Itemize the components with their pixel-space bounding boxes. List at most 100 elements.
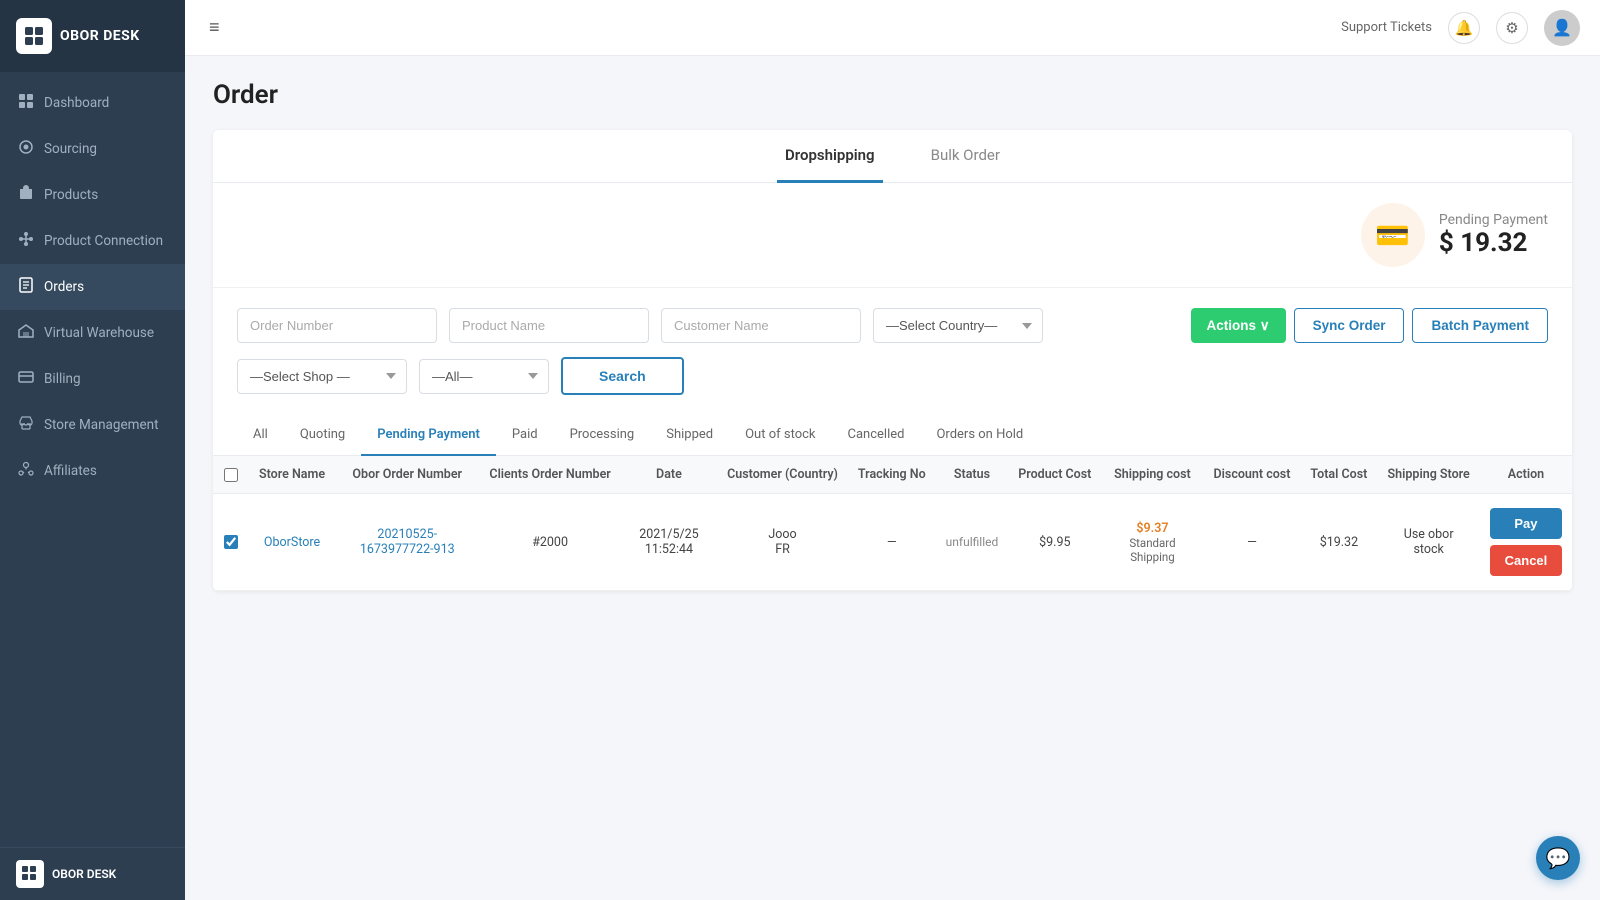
settings-button[interactable]: ⚙ xyxy=(1496,12,1528,44)
sidebar-footer: OBOR DESK xyxy=(0,847,185,900)
table-row: OborStore 20210525-1673977722-913 #2000 … xyxy=(213,494,1572,591)
order-tab-orders-on-hold[interactable]: Orders on Hold xyxy=(920,415,1039,456)
select-all-checkbox[interactable] xyxy=(224,468,238,482)
sidebar-item-billing[interactable]: Billing xyxy=(0,356,185,402)
col-customer-country: Customer (Country) xyxy=(717,456,848,494)
store-name-link[interactable]: OborStore xyxy=(264,535,320,550)
notification-button[interactable]: 🔔 xyxy=(1448,12,1480,44)
dashboard-icon xyxy=(18,93,34,113)
order-tab-pending-payment[interactable]: Pending Payment xyxy=(361,415,496,456)
row-store-name: OborStore xyxy=(249,494,335,591)
country-select[interactable]: —Select Country— US FR UK DE xyxy=(873,308,1043,343)
pending-payment-icon: 💳 xyxy=(1361,203,1425,267)
row-checkbox[interactable] xyxy=(224,535,238,549)
row-total-cost: $19.32 xyxy=(1300,494,1377,591)
pending-payment-info: Pending Payment $ 19.32 xyxy=(1439,212,1548,258)
sidebar-item-dashboard[interactable]: Dashboard xyxy=(0,80,185,126)
sidebar-item-products[interactable]: Products xyxy=(0,172,185,218)
order-tab-out-of-stock[interactable]: Out of stock xyxy=(729,415,831,456)
order-number-input[interactable] xyxy=(237,308,437,343)
all-select[interactable]: —All— Fulfilled Unfulfilled xyxy=(419,359,549,394)
sidebar-logo[interactable]: OBOR DESK xyxy=(0,0,185,72)
pending-payment-label: Pending Payment xyxy=(1439,212,1548,228)
product-name-input[interactable] xyxy=(449,308,649,343)
order-card: Dropshipping Bulk Order 💳 Pending Paymen… xyxy=(213,130,1572,591)
chat-bubble-button[interactable]: 💬 xyxy=(1536,836,1580,880)
row-shipping-store: Use obor stock xyxy=(1377,494,1480,591)
row-customer: Jooo xyxy=(727,527,838,542)
obor-order-number-link[interactable]: 20210525-1673977722-913 xyxy=(360,527,455,557)
page-title: Order xyxy=(213,80,1572,110)
content-area: Order Dropshipping Bulk Order 💳 Pending … xyxy=(185,56,1600,900)
row-product-cost: $9.95 xyxy=(1008,494,1101,591)
customer-name-input[interactable] xyxy=(661,308,861,343)
col-shipping-store: Shipping Store xyxy=(1377,456,1480,494)
col-date: Date xyxy=(621,456,717,494)
pending-payment-amount: $ 19.32 xyxy=(1439,228,1548,258)
sidebar-item-virtual-warehouse[interactable]: Virtual Warehouse xyxy=(0,310,185,356)
shipping-cost-value: $9.37 xyxy=(1111,521,1193,536)
footer-logo-icon xyxy=(16,860,44,888)
gear-icon: ⚙ xyxy=(1505,19,1518,37)
support-tickets-link[interactable]: Support Tickets xyxy=(1341,20,1432,35)
order-tab-all[interactable]: All xyxy=(237,415,284,456)
row-customer-country: Jooo FR xyxy=(717,494,848,591)
user-avatar[interactable]: 👤 xyxy=(1544,10,1580,46)
row-country: FR xyxy=(727,542,838,557)
row-discount-cost: — xyxy=(1204,494,1301,591)
sync-order-button[interactable]: Sync Order xyxy=(1294,308,1405,343)
col-shipping-cost: Shipping cost xyxy=(1101,456,1203,494)
order-tab-processing[interactable]: Processing xyxy=(554,415,651,456)
pending-payment-box: 💳 Pending Payment $ 19.32 xyxy=(1361,203,1548,267)
col-action: Action xyxy=(1480,456,1572,494)
order-tab-quoting[interactable]: Quoting xyxy=(284,415,361,456)
search-button[interactable]: Search xyxy=(561,357,684,395)
col-tracking-no: Tracking No xyxy=(848,456,936,494)
row-tracking-no: — xyxy=(848,494,936,591)
sidebar-item-affiliates[interactable]: Affiliates xyxy=(0,448,185,494)
status-badge: unfulfilled xyxy=(946,535,999,549)
order-status-tabs: All Quoting Pending Payment Paid Process… xyxy=(213,415,1572,456)
filters-area: —Select Country— US FR UK DE Actions ∨ S… xyxy=(213,287,1572,415)
col-obor-order-number: Obor Order Number xyxy=(335,456,479,494)
row-clients-order-number: #2000 xyxy=(479,494,620,591)
cancel-button[interactable]: Cancel xyxy=(1490,545,1562,576)
sidebar-item-label: Orders xyxy=(44,279,84,295)
col-clients-order-number: Clients Order Number xyxy=(479,456,620,494)
row-shipping-cost: $9.37 Standard Shipping xyxy=(1101,494,1203,591)
order-tab-cancelled[interactable]: Cancelled xyxy=(832,415,921,456)
orders-icon xyxy=(18,277,34,297)
sidebar-item-label: Billing xyxy=(44,371,81,387)
row-obor-order-number: 20210525-1673977722-913 xyxy=(335,494,479,591)
sidebar-nav: Dashboard Sourcing Products Product Conn… xyxy=(0,72,185,847)
bell-icon: 🔔 xyxy=(1455,19,1474,37)
sidebar-item-orders[interactable]: Orders xyxy=(0,264,185,310)
row-status: unfulfilled xyxy=(936,494,1009,591)
order-tab-shipped[interactable]: Shipped xyxy=(650,415,729,456)
sidebar-item-store-management[interactable]: Store Management xyxy=(0,402,185,448)
batch-payment-button[interactable]: Batch Payment xyxy=(1412,308,1548,343)
logo-text: OBOR DESK xyxy=(60,28,140,44)
shop-select[interactable]: —Select Shop — OborStore xyxy=(237,359,407,394)
footer-logo-text: OBOR DESK xyxy=(52,867,116,881)
sidebar-item-sourcing[interactable]: Sourcing xyxy=(0,126,185,172)
logo-icon xyxy=(16,18,52,54)
row-date: 2021/5/25 11:52:44 xyxy=(621,494,717,591)
hamburger-button[interactable]: ≡ xyxy=(205,13,224,42)
tab-bulk-order[interactable]: Bulk Order xyxy=(923,130,1008,183)
orders-table-container: Store Name Obor Order Number Clients Ord… xyxy=(213,456,1572,591)
pay-button[interactable]: Pay xyxy=(1490,508,1562,539)
sidebar-item-label: Store Management xyxy=(44,417,159,433)
avatar-icon: 👤 xyxy=(1552,18,1572,37)
col-product-cost: Product Cost xyxy=(1008,456,1101,494)
col-store-name: Store Name xyxy=(249,456,335,494)
sidebar-item-product-connection[interactable]: Product Connection xyxy=(0,218,185,264)
orders-table: Store Name Obor Order Number Clients Ord… xyxy=(213,456,1572,591)
products-icon xyxy=(18,185,34,205)
actions-button[interactable]: Actions ∨ xyxy=(1191,308,1286,343)
order-tab-paid[interactable]: Paid xyxy=(496,415,554,456)
sidebar-item-label: Product Connection xyxy=(44,233,163,249)
col-discount-cost: Discount cost xyxy=(1204,456,1301,494)
row-checkbox-cell xyxy=(213,494,249,591)
tab-dropshipping[interactable]: Dropshipping xyxy=(777,130,883,183)
